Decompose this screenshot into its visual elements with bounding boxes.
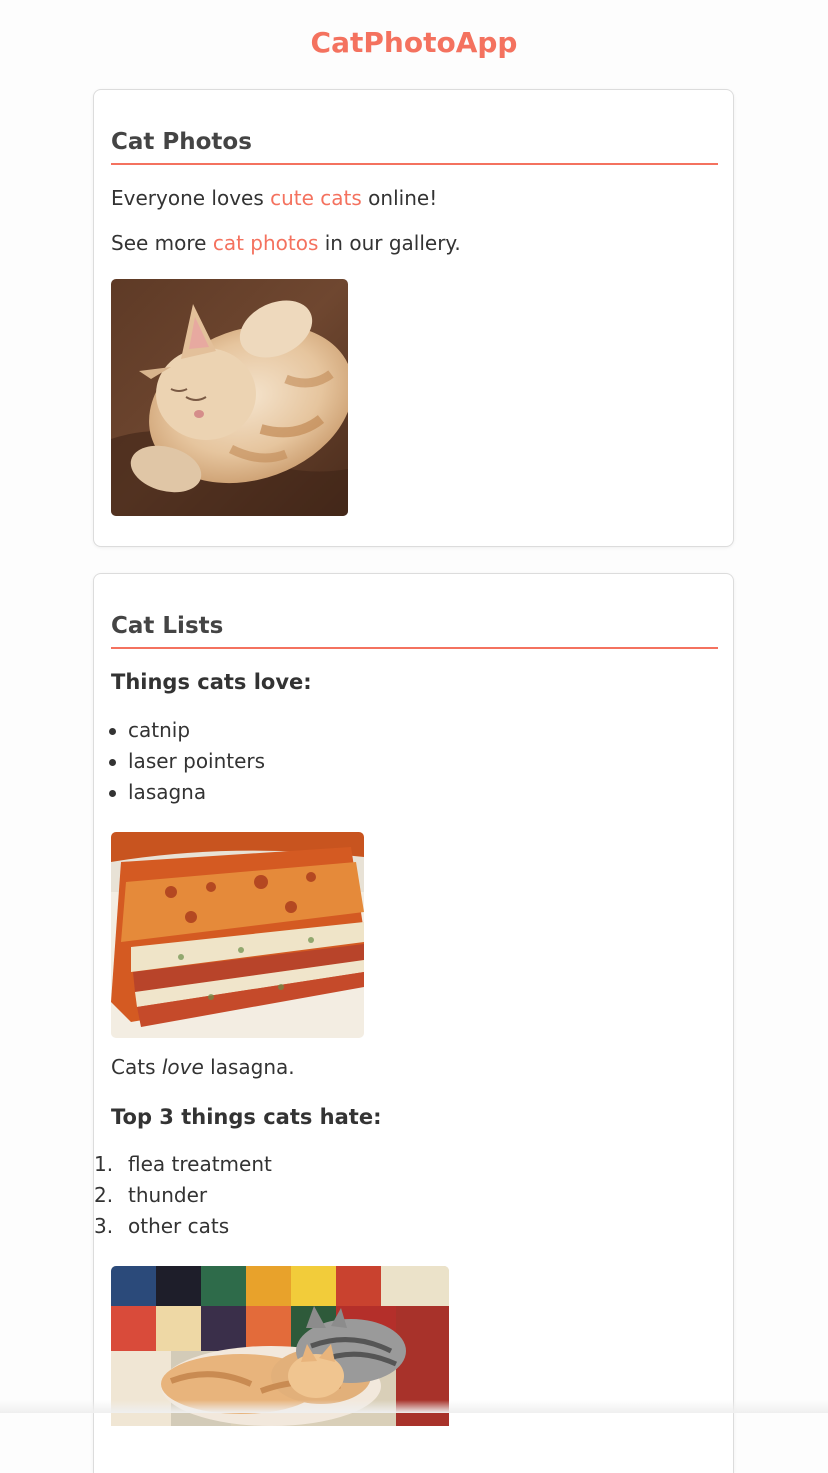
cats-love-list: catnip laser pointers lasagna xyxy=(108,715,265,808)
caption-emphasis: love xyxy=(161,1055,204,1079)
list-item: 2. thunder xyxy=(94,1180,272,1211)
gallery-text-before: See more xyxy=(111,231,213,255)
lasagna-caption: Cats love lasagna. xyxy=(111,1053,295,1081)
cat-lists-heading: Cat Lists xyxy=(111,611,718,649)
gallery-text-after: in our gallery. xyxy=(318,231,461,255)
cute-cats-paragraph: Everyone loves cute cats online! xyxy=(111,184,437,212)
lasagna-photo xyxy=(111,832,364,1038)
caption-text-before: Cats xyxy=(111,1055,162,1079)
list-item: 1. flea treatment xyxy=(94,1149,272,1180)
list-item: laser pointers xyxy=(108,746,265,777)
list-number: 3. xyxy=(94,1214,114,1238)
list-number: 1. xyxy=(94,1152,114,1176)
cute-cats-text-before: Everyone loves xyxy=(111,186,271,210)
list-number: 2. xyxy=(94,1183,114,1207)
caption-text-after: lasagna. xyxy=(203,1055,295,1079)
cute-cats-text-after: online! xyxy=(361,186,438,210)
app-title: CatPhotoApp xyxy=(310,26,518,59)
things-cats-hate-heading: Top 3 things cats hate: xyxy=(111,1105,382,1129)
cat-lists-card: Cat Lists Things cats love: catnip laser… xyxy=(93,573,734,1473)
scroll-shadow xyxy=(0,1400,828,1413)
cat-photos-link[interactable]: cat photos xyxy=(213,231,319,255)
things-cats-love-heading: Things cats love: xyxy=(111,670,312,694)
sleeping-cat-photo[interactable] xyxy=(111,279,348,516)
list-label: thunder xyxy=(128,1183,208,1207)
cute-cats-link[interactable]: cute cats xyxy=(270,186,362,210)
list-label: flea treatment xyxy=(128,1152,272,1176)
cat-photos-heading: Cat Photos xyxy=(111,127,718,165)
cats-hate-list: 1. flea treatment 2. thunder 3. other cats xyxy=(94,1149,272,1242)
list-item: lasagna xyxy=(108,777,265,808)
list-item: catnip xyxy=(108,715,265,746)
list-label: other cats xyxy=(128,1214,230,1238)
list-item: 3. other cats xyxy=(94,1211,272,1242)
cat-photos-card: Cat Photos Everyone loves cute cats onli… xyxy=(93,89,734,547)
gallery-paragraph: See more cat photos in our gallery. xyxy=(111,229,461,257)
